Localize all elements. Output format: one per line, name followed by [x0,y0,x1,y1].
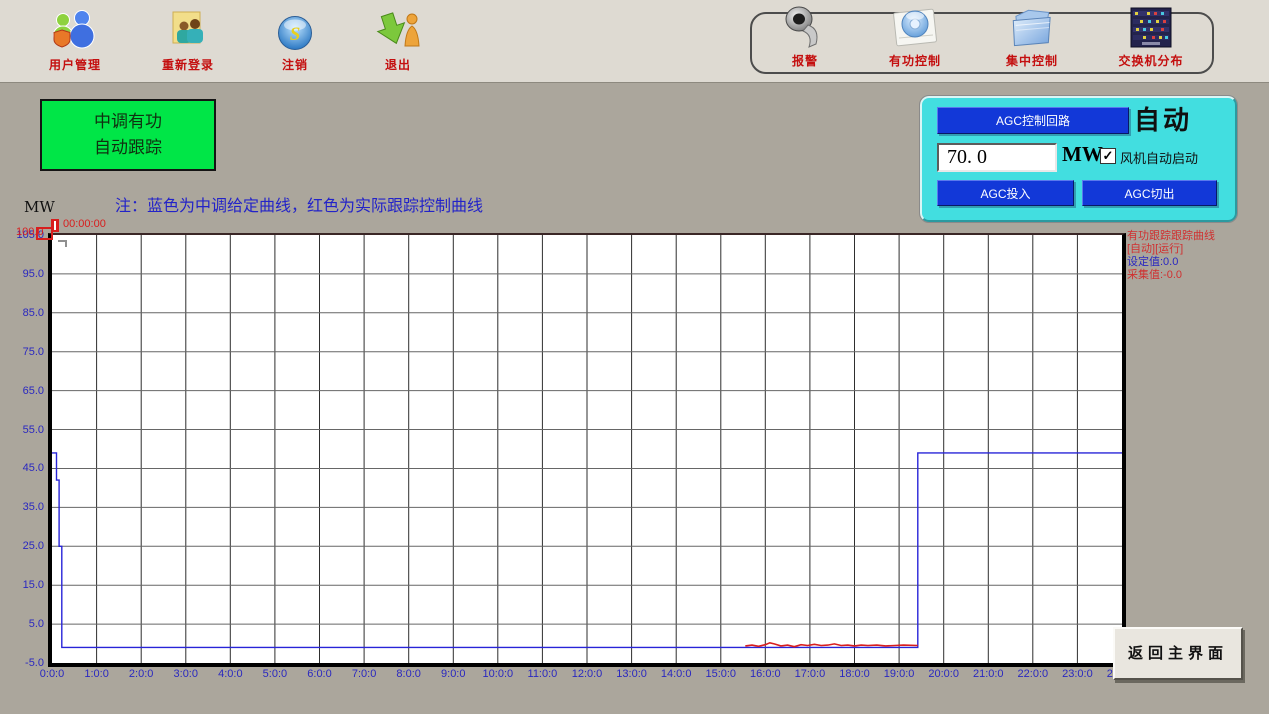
x-axis-tick-label: 23:0:0 [1062,668,1093,680]
x-axis-tick-label: 4:0:0 [218,668,242,680]
legend-curve-name: 有功跟踪跟踪曲线 [1127,230,1267,243]
cursor-time-label: 00:00:00 [63,218,106,230]
y-axis-tick-label: 85.0 [0,307,44,319]
x-axis-tick-label: 10:0:0 [483,668,514,680]
x-axis-tick-label: 18:0:0 [839,668,870,680]
toolbar-item-label: 注销 [245,56,345,73]
x-axis-tick-label: 5:0:0 [263,668,287,680]
trend-chart[interactable] [48,233,1126,667]
y-axis-unit-label: MW [24,198,55,216]
setpoint-input[interactable] [937,143,1057,172]
agc-control-panel: AGC控制回路 自动 MW 风机自动启动 AGC投入 AGC切出 [920,96,1237,222]
y-axis-tick-label: 5.0 [0,618,44,630]
toolbar-item-label: 用户管理 [20,56,130,73]
x-axis-tick-label: 8:0:0 [396,668,420,680]
agc-off-button[interactable]: AGC切出 [1082,180,1217,206]
x-axis-tick-label: 7:0:0 [352,668,376,680]
x-axis-tick-label: 2:0:0 [129,668,153,680]
svg-text:S: S [290,24,301,45]
agc-loop-button[interactable]: AGC控制回路 [937,107,1129,134]
x-axis-tick-label: 17:0:0 [795,668,826,680]
status-box-line2: 自动跟踪 [94,135,162,161]
chart-note: 注：蓝色为中调给定曲线，红色为实际跟踪控制曲线 [115,192,483,216]
toolbar-item-exit[interactable]: 退出 [348,6,448,78]
x-axis-tick-label: 16:0:0 [750,668,781,680]
y-axis-tick-label: 35.0 [0,501,44,513]
x-axis-tick-label: 1:0:0 [84,668,108,680]
x-axis-tick-label: 21:0:0 [973,668,1004,680]
x-axis-tick-label: 12:0:0 [572,668,603,680]
cursor-flag-icon[interactable] [51,219,59,232]
toolbar-item-label: 有功控制 [865,52,965,69]
x-axis-tick-label: 9:0:0 [441,668,465,680]
y-axis-tick-label: 55.0 [0,424,44,436]
toolbar-item-label: 交换机分布 [1096,52,1206,69]
toolbar-item-alarm[interactable]: 报警 [757,2,853,74]
agc-on-button[interactable]: AGC投入 [937,180,1074,206]
status-box: 中调有功 自动跟踪 [40,99,216,171]
legend-measured: 采集值:-0.0 [1127,269,1267,282]
plot-corner-mark [58,240,67,247]
x-axis-tick-label: 13:0:0 [616,668,647,680]
y-axis-tick-label: 45.0 [0,462,44,474]
toolbar-item-relogin[interactable]: 重新登录 [133,6,243,78]
y-axis-tick-label: 15.0 [0,579,44,591]
x-axis-tick-label: 19:0:0 [884,668,915,680]
fan-autostart-checkbox[interactable] [1100,148,1116,164]
y-axis-tick-label: 75.0 [0,346,44,358]
exit-icon [348,6,448,54]
scada-agc-screen: 用户管理 重新登录 [0,0,1269,714]
toolbar-item-label: 报警 [757,52,853,69]
x-axis-tick-label: 11:0:0 [528,668,558,680]
toolbar-item-user-management[interactable]: 用户管理 [20,6,130,78]
legend-setpoint: 设定值:0.0 [1127,256,1267,269]
alarm-speaker-icon [757,2,853,50]
x-axis-tick-label: 3:0:0 [174,668,198,680]
switch-rack-icon [1096,2,1206,50]
toolbar-item-switch-distribution[interactable]: 交换机分布 [1096,2,1206,74]
central-control-folder-icon [982,2,1082,50]
active-power-icon [865,2,965,50]
legend-curve-status: [自动][运行] [1127,243,1267,256]
x-axis-tick-label: 6:0:0 [307,668,331,680]
toolbar-item-central-control[interactable]: 集中控制 [982,2,1082,74]
fan-autostart-label: 风机自动启动 [1120,148,1198,167]
y-axis-tick-label: 65.0 [0,385,44,397]
relogin-icon [133,6,243,54]
toolbar-item-active-power[interactable]: 有功控制 [865,2,965,74]
setpoint-unit-label: MW [1062,142,1103,167]
curve-legend: 有功跟踪跟踪曲线 [自动][运行] 设定值:0.0 采集值:-0.0 [1127,230,1267,282]
status-box-line1: 中调有功 [94,109,162,135]
x-axis-tick-label: 14:0:0 [661,668,692,680]
return-main-button[interactable]: 返回主界面 [1113,627,1243,680]
x-axis-tick-label: 0:0:0 [40,668,64,680]
toolbar-item-label: 重新登录 [133,56,243,73]
x-axis-tick-label: 15:0:0 [705,668,736,680]
toolbar: 用户管理 重新登录 [0,0,1269,83]
logout-icon: S [245,6,345,54]
y-axis-tick-label: -5.0 [0,657,44,669]
toolbar-item-label: 集中控制 [982,52,1082,69]
y-axis-tick-label: 95.0 [0,268,44,280]
x-axis-tick-label: 22:0:0 [1018,668,1049,680]
x-axis-tick-label: 20:0:0 [928,668,959,680]
y-axis-tick-label: 25.0 [0,540,44,552]
toolbar-item-label: 退出 [348,56,448,73]
agc-mode-label: 自动 [1134,100,1192,137]
users-icon [20,6,130,54]
trend-chart-canvas [52,235,1122,663]
toolbar-item-logout[interactable]: S 注销 [245,6,345,78]
